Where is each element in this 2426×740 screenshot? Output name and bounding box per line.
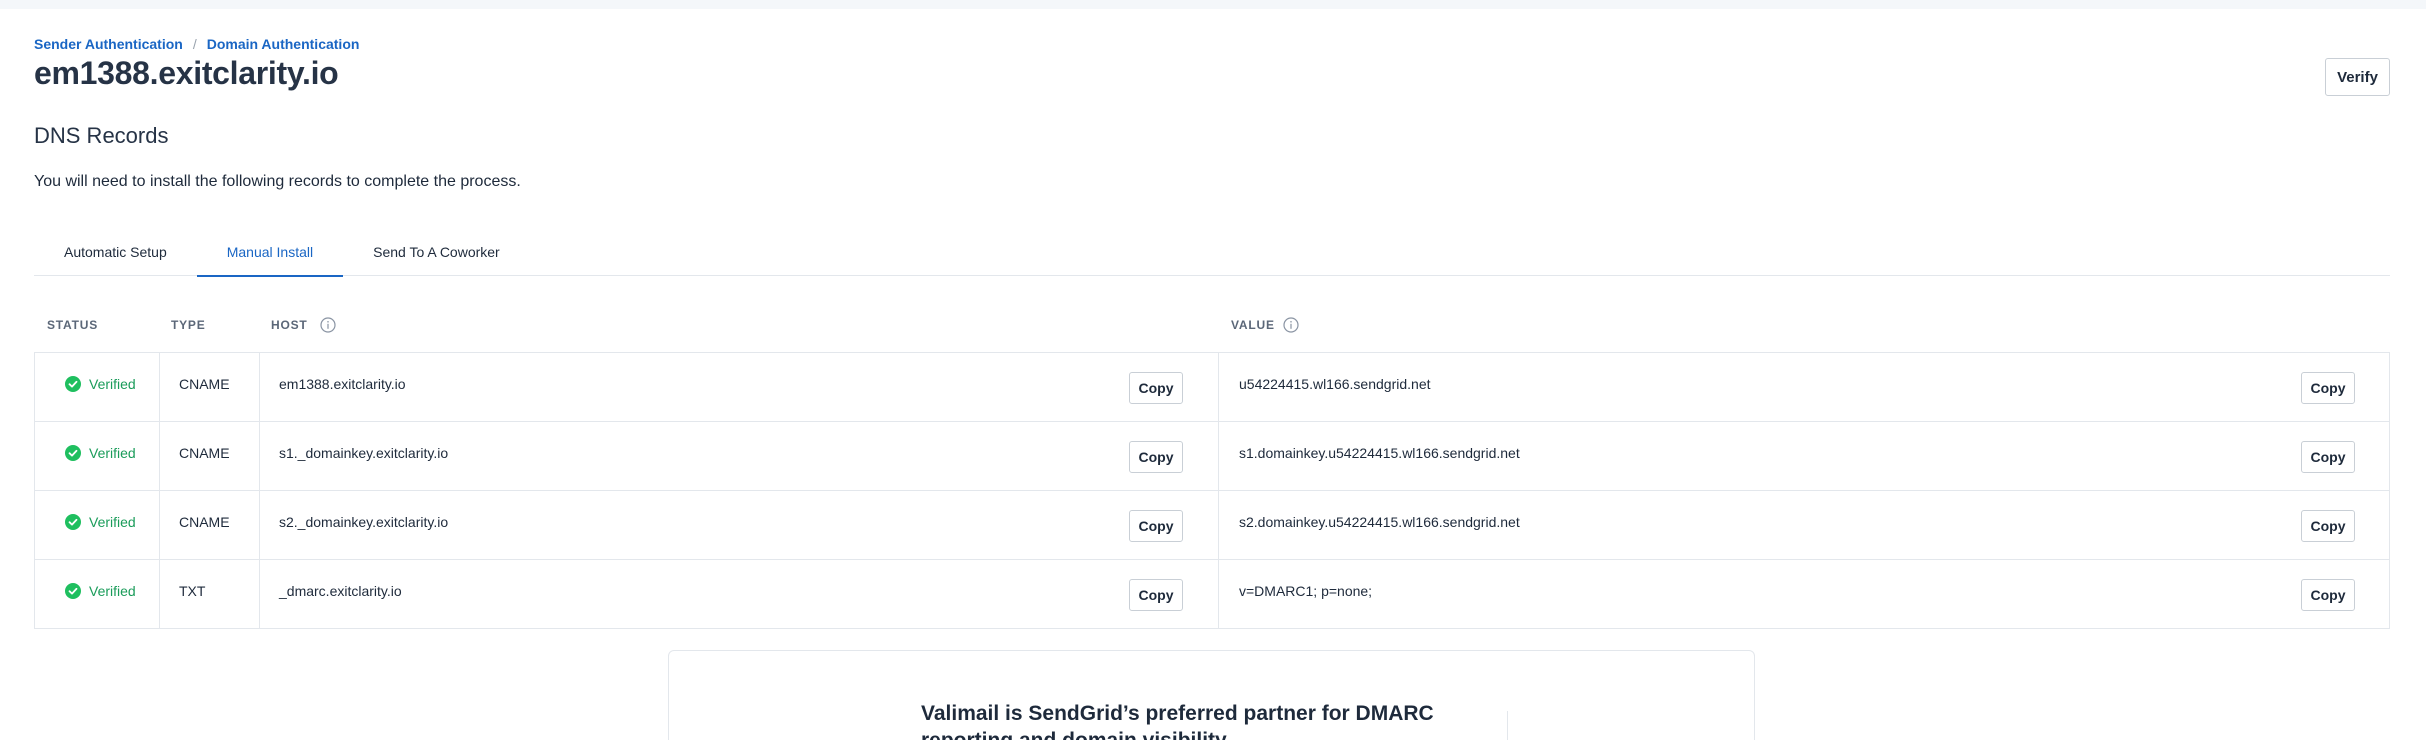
intro-text: You will need to install the following r… (34, 173, 521, 190)
check-circle-icon (65, 445, 81, 461)
header-value: VALUE (1231, 312, 1299, 338)
type-cell: CNAME (179, 376, 230, 392)
tab-manual-install[interactable]: Manual Install (196, 228, 344, 277)
header-type-label: TYPE (171, 318, 206, 332)
table-header: STATUS TYPE HOST VALUE (34, 312, 2390, 352)
status-cell: Verified (65, 353, 136, 421)
type-cell: CNAME (179, 514, 230, 530)
host-cell: s2._domainkey.exitclarity.io (279, 514, 449, 530)
breadcrumb-sender-authentication[interactable]: Sender Authentication (34, 36, 183, 52)
value-cell: s2.domainkey.u54224415.wl166.sendgrid.ne… (1239, 514, 1520, 530)
status-label: Verified (89, 514, 136, 530)
header-host: HOST (271, 312, 336, 338)
copy-value-button[interactable]: Copy (2301, 579, 2355, 611)
page-title: em1388.exitclarity.io (34, 55, 339, 91)
tab-send-to-coworker[interactable]: Send To A Coworker (343, 228, 530, 276)
table-row: Verified CNAME em1388.exitclarity.io Cop… (35, 353, 2389, 422)
header-status: STATUS (47, 312, 98, 338)
status-cell: Verified (65, 560, 136, 628)
type-cell: CNAME (179, 445, 230, 461)
value-cell: v=DMARC1; p=none; (1239, 583, 1373, 599)
promo-divider (1507, 711, 1508, 740)
header-value-label: VALUE (1231, 318, 1275, 332)
setup-tabs: Automatic Setup Manual Install Send To A… (34, 228, 2390, 277)
breadcrumb-separator: / (192, 36, 197, 52)
copy-host-button[interactable]: Copy (1129, 579, 1183, 611)
dns-records-table: Verified CNAME em1388.exitclarity.io Cop… (34, 352, 2390, 629)
status-cell: Verified (65, 422, 136, 490)
status-cell: Verified (65, 491, 136, 559)
copy-host-button[interactable]: Copy (1129, 441, 1183, 473)
copy-value-button[interactable]: Copy (2301, 372, 2355, 404)
header-status-label: STATUS (47, 318, 99, 332)
breadcrumb: Sender Authentication / Domain Authentic… (34, 36, 359, 52)
check-circle-icon (65, 514, 81, 530)
table-row: Verified CNAME s1._domainkey.exitclarity… (35, 422, 2389, 491)
copy-host-button[interactable]: Copy (1129, 510, 1183, 542)
table-row: Verified CNAME s2._domainkey.exitclarity… (35, 491, 2389, 560)
copy-value-button[interactable]: Copy (2301, 510, 2355, 542)
status-label: Verified (89, 583, 136, 599)
host-cell: _dmarc.exitclarity.io (279, 583, 402, 599)
tab-automatic-setup[interactable]: Automatic Setup (34, 228, 197, 276)
type-cell: TXT (179, 583, 206, 599)
top-strip (0, 0, 2426, 9)
host-cell: s1._domainkey.exitclarity.io (279, 445, 449, 461)
info-icon[interactable] (1283, 317, 1299, 333)
info-icon[interactable] (319, 317, 336, 333)
verify-button[interactable]: Verify (2325, 58, 2390, 96)
value-cell: u54224415.wl166.sendgrid.net (1239, 376, 1431, 392)
breadcrumb-domain-authentication[interactable]: Domain Authentication (207, 36, 360, 52)
check-circle-icon (65, 583, 81, 599)
copy-host-button[interactable]: Copy (1129, 372, 1183, 404)
host-cell: em1388.exitclarity.io (279, 376, 406, 392)
header-host-label: HOST (271, 318, 308, 332)
status-label: Verified (89, 445, 136, 461)
header-type: TYPE (171, 312, 206, 338)
promo-title: Valimail is SendGrid’s preferred partner… (921, 702, 1434, 740)
dns-records-title: DNS Records (34, 123, 169, 148)
copy-value-button[interactable]: Copy (2301, 441, 2355, 473)
value-cell: s1.domainkey.u54224415.wl166.sendgrid.ne… (1239, 445, 1520, 461)
table-row: Verified TXT _dmarc.exitclarity.io Copy … (35, 560, 2389, 628)
valimail-promo-card: Valimail is SendGrid’s preferred partner… (668, 650, 1755, 740)
check-circle-icon (65, 376, 81, 392)
status-label: Verified (89, 376, 136, 392)
